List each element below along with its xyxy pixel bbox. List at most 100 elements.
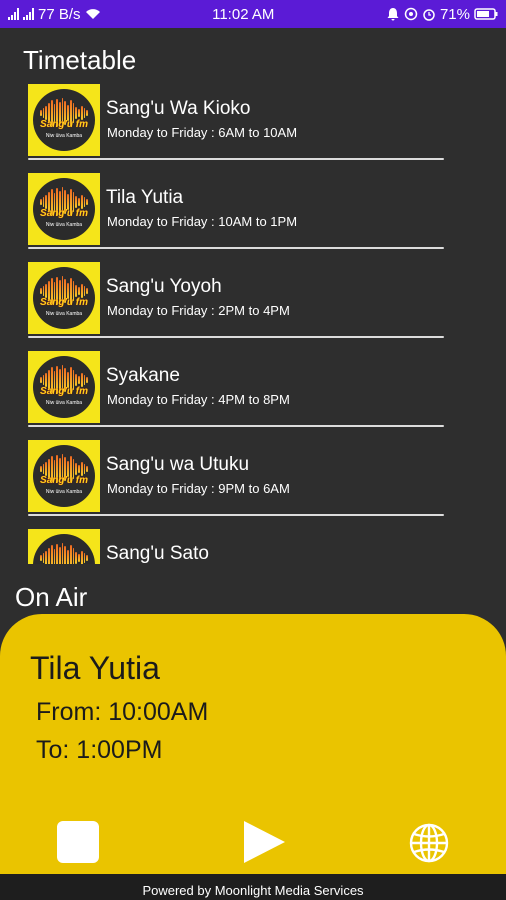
equalizer-bar: [40, 466, 42, 472]
show-title: Sang'u wa Utuku: [106, 454, 250, 475]
equalizer-bar: [83, 553, 86, 563]
station-logo: Sang'u fmNiw ūiva Kamba: [28, 84, 100, 156]
equalizer-bar: [48, 548, 50, 564]
equalizer-bar: [80, 106, 83, 120]
equalizer-bar: [40, 110, 42, 116]
divider: [28, 514, 444, 516]
show-title: Syakane: [106, 365, 180, 386]
divider: [28, 247, 444, 249]
equalizer-bar: [83, 286, 86, 296]
equalizer-bar: [78, 198, 80, 206]
wifi-icon: [85, 9, 100, 19]
equalizer-bar: [72, 548, 75, 564]
equalizer-bar: [86, 199, 88, 205]
equalizer-bar: [75, 463, 78, 475]
equalizer-bar: [86, 466, 88, 472]
station-logo: Sang'u fmNiw ūiva Kamba: [28, 440, 100, 512]
equalizer-bar: [42, 375, 45, 385]
equalizer-bar: [78, 465, 80, 473]
station-logo: Sang'u fmNiw ūiva Kamba: [28, 529, 100, 564]
equalizer-bar: [78, 554, 80, 562]
show-schedule: Monday to Friday : 2PM to 4PM: [107, 303, 290, 318]
equalizer-bar: [61, 543, 64, 564]
on-air-title: On Air: [15, 582, 88, 612]
equalizer-bar: [42, 197, 45, 207]
equalizer-bar: [75, 552, 78, 564]
timetable-list[interactable]: Sang'u fm Niw ūiva Kamba Sang'u Wa Kioko …: [28, 84, 446, 564]
equalizer-bar: [78, 109, 80, 117]
show-title: Sang'u Sato: [106, 543, 209, 564]
equalizer-bar: [59, 547, 61, 564]
equalizer-bar: [78, 287, 80, 295]
globe-button[interactable]: [408, 822, 450, 864]
equalizer-bar: [45, 106, 48, 120]
alarm-icon: [423, 9, 435, 21]
equalizer-bar: [86, 555, 88, 561]
equalizer-bar: [78, 376, 80, 384]
play-button[interactable]: [242, 820, 286, 864]
equalizer-bar: [80, 462, 83, 476]
equalizer-bar: [42, 553, 45, 563]
show-schedule: Monday to Friday : 10AM to 1PM: [107, 214, 298, 229]
station-logo: Sang'u fmNiw ūiva Kamba: [28, 351, 100, 423]
equalizer-bar: [83, 464, 86, 474]
equalizer-bar: [40, 377, 42, 383]
station-logo: Sang'u fmNiw ūiva Kamba: [28, 173, 100, 245]
equalizer-bar: [45, 551, 48, 564]
equalizer-bar: [86, 377, 88, 383]
battery-icon: [474, 8, 498, 20]
equalizer-bar: [86, 110, 88, 116]
equalizer-bar: [40, 555, 42, 561]
show-schedule: Monday to Friday : 6AM to 10AM: [107, 125, 298, 140]
equalizer-bar: [42, 464, 45, 474]
on-air-show-name: Tila Yutia: [30, 650, 160, 686]
status-bar: 77 B/s 11:02 AM 71%: [0, 0, 506, 28]
list-item[interactable]: Sang'u fm Niw ūiva Kamba Sang'u Wa Kioko …: [28, 84, 446, 173]
equalizer-bar: [42, 108, 45, 118]
equalizer-bar: [50, 545, 53, 564]
at-icon: [404, 7, 418, 21]
show-title: Sang'u Yoyoh: [106, 276, 222, 297]
battery-percent: 71%: [439, 5, 470, 23]
timetable-title: Timetable: [23, 45, 137, 75]
list-item[interactable]: Sang'u fm Niw ūiva Kamba Tila Yutia Monda…: [28, 173, 446, 262]
equalizer-bar: [45, 195, 48, 209]
on-air-from: From: 10:00AM: [36, 698, 209, 726]
station-logo: Sang'u fmNiw ūiva Kamba: [28, 262, 100, 334]
divider: [28, 336, 444, 338]
equalizer-bar: [40, 199, 42, 205]
equalizer-bar: [75, 107, 78, 119]
list-item[interactable]: Sang'u fm Niw ūiva Kamba Syakane Monday t…: [28, 351, 446, 440]
bell-icon: [387, 8, 399, 21]
divider: [28, 425, 444, 427]
on-air-panel: Tila Yutia From: 10:00AM To: 1:00PM: [0, 614, 506, 874]
footer-credit: Powered by Moonlight Media Services: [0, 874, 506, 900]
equalizer-bar: [80, 551, 83, 564]
list-item[interactable]: Sang'u fm Niw ūiva Kamba Sang'u Yoyoh Mon…: [28, 262, 446, 351]
net-speed: 77 B/s: [38, 5, 81, 23]
equalizer-bar: [83, 375, 86, 385]
signal-icon: [23, 8, 34, 20]
equalizer-bar: [45, 373, 48, 387]
equalizer-bar: [86, 288, 88, 294]
equalizer-bar: [64, 546, 67, 564]
equalizer-bar: [80, 195, 83, 209]
on-air-to: To: 1:00PM: [36, 736, 163, 764]
equalizer-bar: [83, 197, 86, 207]
signal-icon: [8, 8, 19, 20]
stop-button[interactable]: [57, 821, 99, 863]
equalizer-bar: [80, 373, 83, 387]
equalizer-bar: [45, 462, 48, 476]
equalizer-bar: [75, 285, 78, 297]
equalizer-bar: [83, 108, 86, 118]
list-item[interactable]: Sang'u fm Niw ūiva Kamba Sang'u wa Utuku …: [28, 440, 446, 529]
equalizer-bar: [42, 286, 45, 296]
divider: [28, 158, 444, 160]
equalizer-bar: [80, 284, 83, 298]
show-schedule: Monday to Friday : 9PM to 6AM: [107, 481, 290, 496]
equalizer-bar: [75, 374, 78, 386]
list-item[interactable]: Sang'u fmNiw ūiva Kamba Sang'u Sato: [28, 529, 446, 564]
equalizer-bar: [56, 544, 59, 564]
equalizer-bar: [40, 288, 42, 294]
equalizer-bar: [69, 545, 72, 564]
